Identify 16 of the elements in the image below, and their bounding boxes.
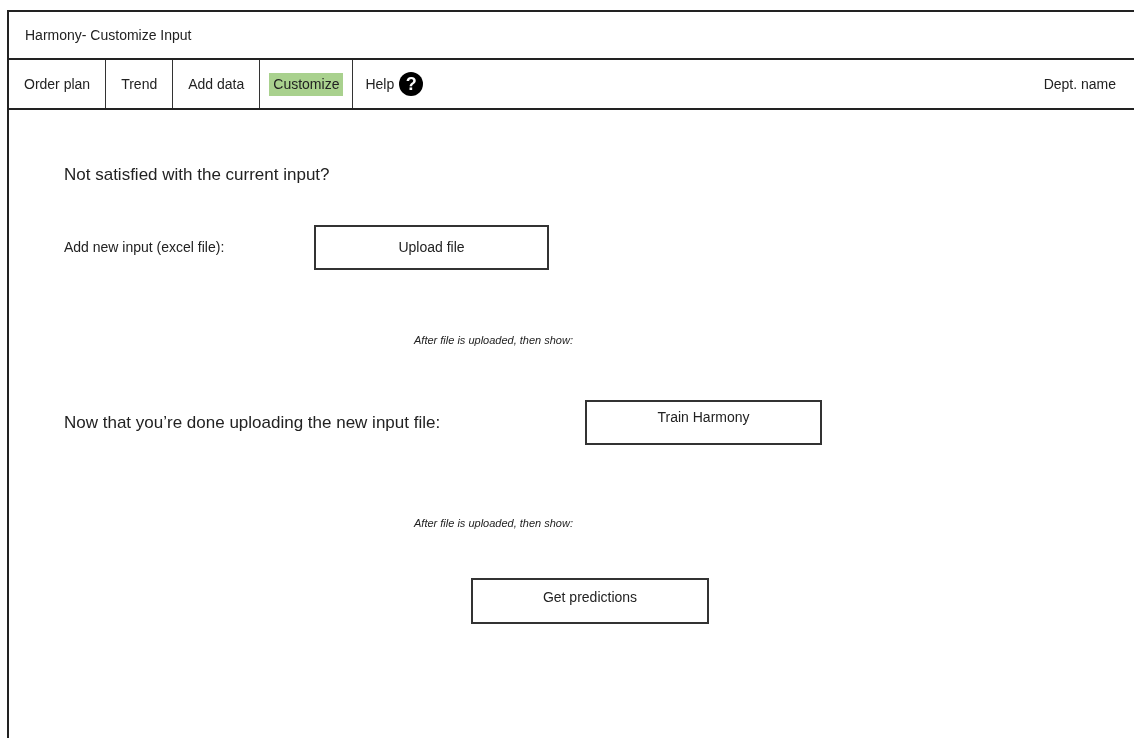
nav-tab[interactable]: Order plan <box>18 73 97 95</box>
upload-label: Add new input (excel file): <box>64 237 226 257</box>
train-label: Now that you’re done uploading the new input file: <box>64 411 442 434</box>
nav-tab[interactable]: Add data <box>182 73 251 95</box>
dept-name: Dept. name <box>1043 74 1116 94</box>
window-title: Harmony- Customize Input <box>25 25 192 45</box>
upload-button[interactable]: Upload file <box>314 224 549 270</box>
note-text: After file is uploaded, then show: <box>414 332 574 348</box>
help-icon: ? <box>399 72 424 96</box>
note-text: After file is uploaded, then show: <box>414 516 574 531</box>
nav-tab[interactable]: Customize <box>269 72 344 96</box>
get-predictions-button[interactable]: Get predictions <box>471 577 709 624</box>
nav-tab[interactable]: Trend <box>115 73 164 95</box>
heading: Not satisfied with the current input? <box>64 164 331 186</box>
help-tab[interactable]: Help ? <box>353 72 436 96</box>
train-button[interactable]: Train Harmony <box>585 400 822 445</box>
